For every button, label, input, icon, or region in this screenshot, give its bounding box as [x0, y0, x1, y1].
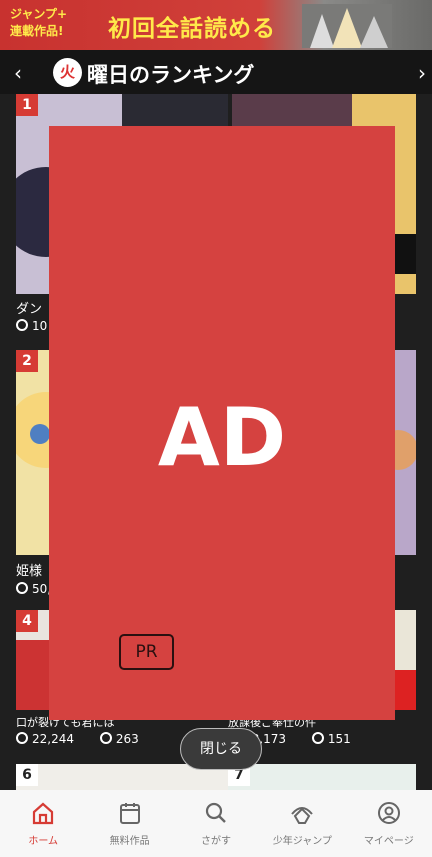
- nav-shonen-jump[interactable]: 少年ジャンプ: [259, 790, 345, 857]
- nav-label: さがす: [201, 836, 232, 847]
- banner-artwork: [302, 4, 392, 48]
- eye-icon: [16, 319, 28, 331]
- eye-icon: [16, 582, 28, 594]
- ad-overlay[interactable]: AD PR: [49, 126, 395, 720]
- rank-number: 6: [16, 764, 38, 786]
- pr-badge: PR: [119, 634, 174, 670]
- nav-label: マイページ: [363, 836, 414, 847]
- eye-icon: [16, 732, 28, 744]
- rank-number: 4: [16, 610, 38, 632]
- calendar-icon: [119, 803, 140, 824]
- nav-label: 無料作品: [109, 836, 150, 847]
- bottom-navigation: ホーム 無料作品 さがす 少年ジャンプ マイページ: [0, 790, 432, 857]
- ranking-title: 曜日のランキング: [87, 63, 255, 87]
- nav-home[interactable]: ホーム: [0, 790, 86, 857]
- nav-free-works[interactable]: 無料作品: [86, 790, 172, 857]
- comment-count-value: 263: [115, 732, 139, 746]
- user-icon: [377, 802, 400, 824]
- nav-my-page[interactable]: マイページ: [346, 790, 432, 857]
- jump-plus-badge: ジャンプ+ 連載作品!: [10, 6, 96, 44]
- view-count-value: 22,244: [32, 732, 74, 746]
- ranking-header: ‹ 火 曜日のランキング ›: [0, 50, 432, 94]
- nav-label: 少年ジャンプ: [272, 836, 333, 847]
- view-count: 50,: [16, 582, 51, 596]
- comment-count-value: 151: [327, 732, 351, 746]
- nav-label: ホーム: [28, 836, 59, 847]
- view-count: 22,244 263: [16, 732, 139, 746]
- close-ad-button[interactable]: 閉じる: [180, 728, 262, 770]
- home-icon: [33, 802, 54, 825]
- ranking-card[interactable]: 7: [228, 764, 416, 790]
- nav-search[interactable]: さがす: [173, 790, 259, 857]
- chevron-left-icon[interactable]: ‹: [14, 61, 22, 85]
- view-count-value: 10: [32, 319, 48, 333]
- chevron-right-icon[interactable]: ›: [418, 61, 426, 85]
- rank-number: 1: [16, 94, 38, 116]
- top-banner[interactable]: ジャンプ+ 連載作品! 初回全話読める: [0, 0, 432, 50]
- jump-icon: [291, 807, 314, 824]
- search-icon: [205, 802, 226, 823]
- rank-number: 2: [16, 350, 38, 372]
- banner-headline: 初回全話読める: [108, 16, 276, 42]
- badge-line-2: 連載作品!: [10, 24, 64, 38]
- comment-icon: [311, 732, 324, 744]
- view-count: 10: [16, 319, 47, 333]
- ad-label: AD: [157, 391, 287, 484]
- day-badge: 火: [53, 58, 82, 87]
- comment-icon: [99, 732, 112, 744]
- badge-line-1: ジャンプ+: [10, 7, 68, 21]
